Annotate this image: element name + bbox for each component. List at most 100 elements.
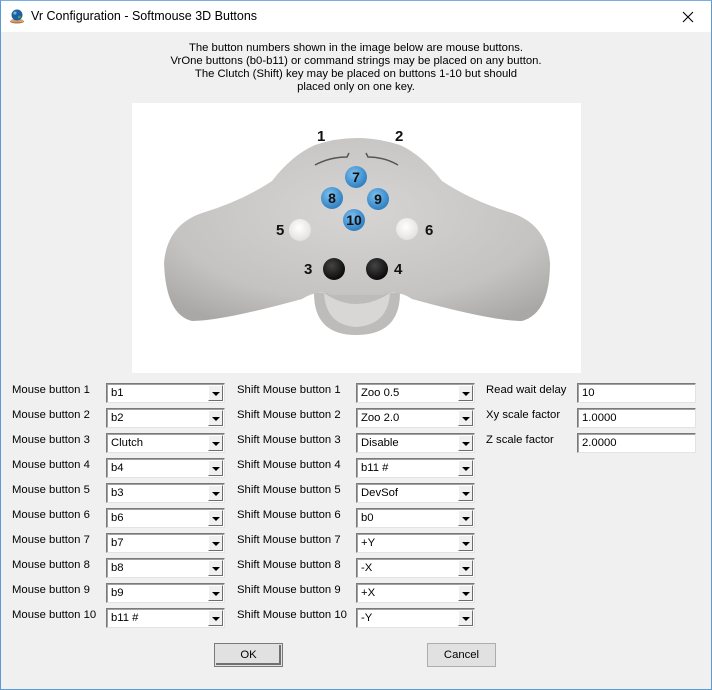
- chevron-down-icon[interactable]: [208, 585, 223, 601]
- cancel-button[interactable]: Cancel: [427, 643, 496, 667]
- mouse-button-select-2[interactable]: b2: [106, 408, 225, 428]
- label-7: 7: [352, 169, 360, 185]
- shift-mouse-button-label-4: Shift Mouse button 4: [237, 459, 341, 471]
- close-button[interactable]: [665, 1, 711, 32]
- chevron-down-icon[interactable]: [458, 385, 473, 401]
- mouse-button-4: [366, 258, 388, 280]
- shift-mouse-button-select-3[interactable]: Disable: [356, 433, 475, 453]
- mouse-button-select-3[interactable]: Clutch: [106, 433, 225, 453]
- mouse-button-select-4[interactable]: b4: [106, 458, 225, 478]
- shift-mouse-button-select-value: DevSof: [361, 487, 399, 499]
- mouse-button-label-7: Mouse button 7: [12, 534, 90, 546]
- read-wait-delay-input[interactable]: 10: [577, 383, 696, 403]
- label-4: 4: [394, 261, 403, 278]
- instructions-text: The button numbers shown in the image be…: [161, 42, 551, 94]
- chevron-down-icon[interactable]: [208, 460, 223, 476]
- mouse-button-5: [289, 219, 311, 241]
- mouse-button-select-value: b7: [111, 537, 124, 549]
- window-title: Vr Configuration - Softmouse 3D Buttons: [31, 9, 258, 23]
- label-2: 2: [395, 128, 403, 145]
- shift-mouse-button-select-value: Disable: [361, 437, 399, 449]
- ok-button[interactable]: OK: [214, 643, 283, 667]
- mouse-button-select-1[interactable]: b1: [106, 383, 225, 403]
- chevron-down-icon[interactable]: [208, 485, 223, 501]
- label-6: 6: [425, 222, 433, 239]
- shift-mouse-button-label-7: Shift Mouse button 7: [237, 534, 341, 546]
- chevron-down-icon[interactable]: [458, 585, 473, 601]
- xy-scale-factor-input[interactable]: 1.0000: [577, 408, 696, 428]
- mouse-button-label-5: Mouse button 5: [12, 484, 90, 496]
- mouse-button-select-value: b8: [111, 562, 124, 574]
- z-scale-factor-input[interactable]: 2.0000: [577, 433, 696, 453]
- mouse-button-select-7[interactable]: b7: [106, 533, 225, 553]
- mouse-button-select-value: b3: [111, 487, 124, 499]
- shift-mouse-button-label-8: Shift Mouse button 8: [237, 559, 341, 571]
- mouse-button-label-9: Mouse button 9: [12, 584, 90, 596]
- read-wait-delay-label: Read wait delay: [486, 384, 567, 396]
- mouse-button-label-1: Mouse button 1: [12, 384, 90, 396]
- shift-mouse-button-select-4[interactable]: b11 #: [356, 458, 475, 478]
- title-bar[interactable]: Vr Configuration - Softmouse 3D Buttons: [1, 1, 711, 32]
- shift-mouse-button-label-3: Shift Mouse button 3: [237, 434, 341, 446]
- chevron-down-icon[interactable]: [458, 560, 473, 576]
- mouse-button-select-10[interactable]: b11 #: [106, 608, 225, 628]
- shift-mouse-button-select-5[interactable]: DevSof: [356, 483, 475, 503]
- shift-mouse-button-label-10: Shift Mouse button 10: [237, 609, 347, 621]
- mouse-button-select-value: b4: [111, 462, 124, 474]
- shift-mouse-button-label-6: Shift Mouse button 6: [237, 509, 341, 521]
- chevron-down-icon[interactable]: [458, 610, 473, 626]
- mouse-button-select-8[interactable]: b8: [106, 558, 225, 578]
- shift-mouse-button-select-9[interactable]: +X: [356, 583, 475, 603]
- globe-hand-icon: [9, 8, 25, 24]
- mouse-button-select-value: b9: [111, 587, 124, 599]
- shift-mouse-button-select-8[interactable]: -X: [356, 558, 475, 578]
- shift-mouse-button-select-value: -X: [361, 562, 373, 574]
- xy-scale-factor-label: Xy scale factor: [486, 409, 561, 421]
- instruction-line: VrOne buttons (b0-b11) or command string…: [170, 55, 542, 67]
- mouse-button-select-6[interactable]: b6: [106, 508, 225, 528]
- mouse-button-6: [396, 218, 418, 240]
- chevron-down-icon[interactable]: [208, 435, 223, 451]
- label-1: 1: [317, 128, 325, 145]
- chevron-down-icon[interactable]: [458, 485, 473, 501]
- mouse-button-select-9[interactable]: b9: [106, 583, 225, 603]
- shift-mouse-button-label-2: Shift Mouse button 2: [237, 409, 341, 421]
- mouse-button-select-5[interactable]: b3: [106, 483, 225, 503]
- chevron-down-icon[interactable]: [458, 510, 473, 526]
- shift-mouse-button-select-10[interactable]: -Y: [356, 608, 475, 628]
- chevron-down-icon[interactable]: [208, 610, 223, 626]
- label-10: 10: [346, 212, 362, 228]
- label-9: 9: [374, 191, 382, 207]
- chevron-down-icon[interactable]: [458, 535, 473, 551]
- mouse-button-label-4: Mouse button 4: [12, 459, 90, 471]
- shift-mouse-button-select-6[interactable]: b0: [356, 508, 475, 528]
- shift-mouse-button-select-value: Zoo 0.5: [361, 387, 400, 399]
- softmouse-image: 1 2 3 4 5 6 7 8 9 10: [132, 103, 581, 373]
- shift-mouse-button-select-value: Zoo 2.0: [361, 412, 400, 424]
- shift-mouse-button-select-value: -Y: [361, 612, 373, 624]
- shift-mouse-button-select-2[interactable]: Zoo 2.0: [356, 408, 475, 428]
- mouse-button-label-8: Mouse button 8: [12, 559, 90, 571]
- mouse-button-label-2: Mouse button 2: [12, 409, 90, 421]
- mouse-button-select-value: b2: [111, 412, 124, 424]
- chevron-down-icon[interactable]: [208, 410, 223, 426]
- shift-mouse-button-select-1[interactable]: Zoo 0.5: [356, 383, 475, 403]
- chevron-down-icon[interactable]: [208, 535, 223, 551]
- mouse-button-label-10: Mouse button 10: [12, 609, 97, 621]
- chevron-down-icon[interactable]: [458, 460, 473, 476]
- instruction-line: placed only on one key.: [297, 81, 415, 93]
- chevron-down-icon[interactable]: [458, 410, 473, 426]
- shift-mouse-button-select-value: +X: [361, 587, 376, 599]
- mouse-button-select-value: b6: [111, 512, 124, 524]
- instruction-line: The Clutch (Shift) key may be placed on …: [194, 68, 518, 80]
- chevron-down-icon[interactable]: [208, 385, 223, 401]
- shift-mouse-button-select-7[interactable]: +Y: [356, 533, 475, 553]
- chevron-down-icon[interactable]: [458, 435, 473, 451]
- chevron-down-icon[interactable]: [208, 510, 223, 526]
- label-3: 3: [304, 261, 312, 278]
- mouse-button-label-6: Mouse button 6: [12, 509, 90, 521]
- shift-mouse-button-select-value: b11 #: [361, 462, 389, 474]
- chevron-down-icon[interactable]: [208, 560, 223, 576]
- z-scale-factor-label: Z scale factor: [486, 434, 554, 446]
- dialog-window: Vr Configuration - Softmouse 3D Buttons …: [0, 0, 712, 690]
